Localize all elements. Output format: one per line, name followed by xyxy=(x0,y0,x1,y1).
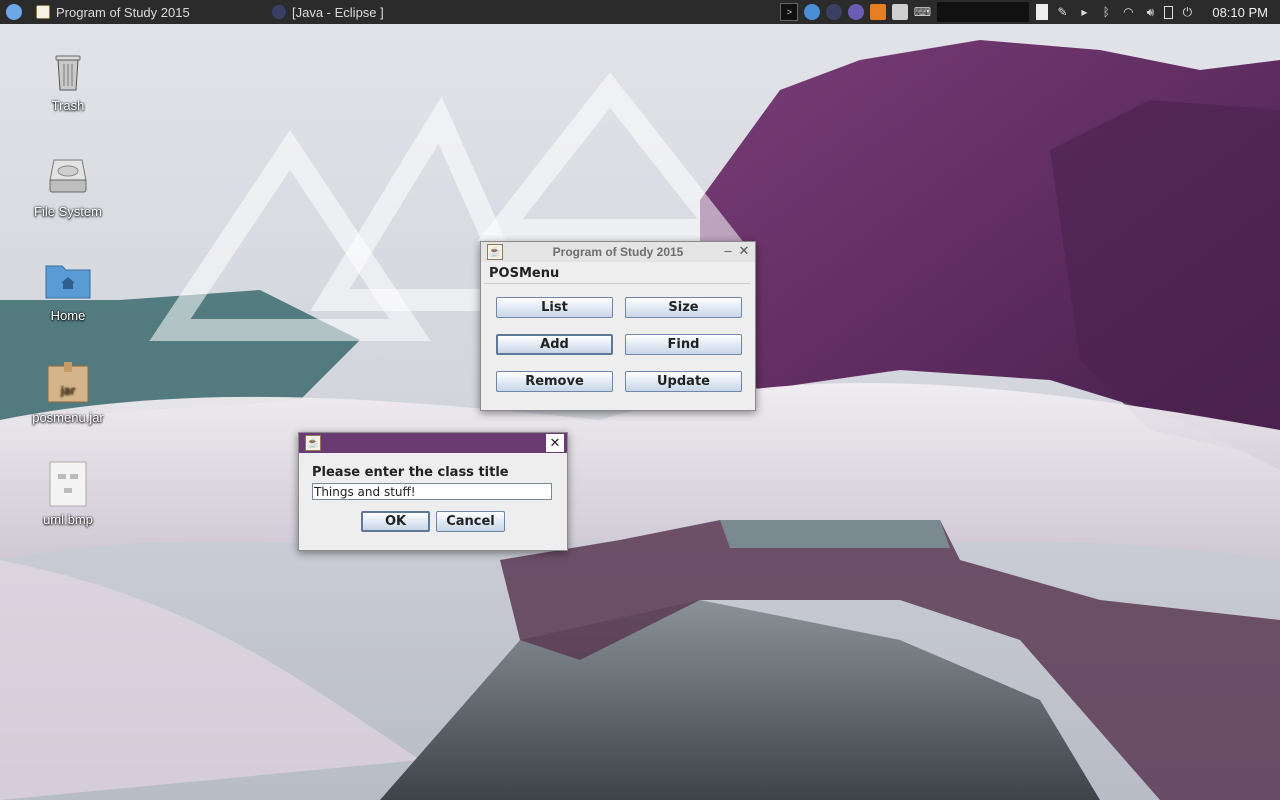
desktop-icon-trash[interactable]: Trash xyxy=(23,46,113,113)
class-title-input[interactable] xyxy=(312,483,552,500)
keyboard-icon[interactable]: ⌨ xyxy=(914,4,931,20)
applications-menu-button[interactable] xyxy=(0,0,28,24)
remove-button[interactable]: Remove xyxy=(496,371,613,392)
arrow-icon[interactable]: ▸ xyxy=(1076,4,1092,20)
file-manager-icon[interactable] xyxy=(892,4,909,20)
menu-bar: POSMenu xyxy=(484,263,750,284)
sublime-icon[interactable] xyxy=(870,4,887,20)
dialog-titlebar[interactable]: ☕ ✕ xyxy=(299,433,567,453)
window-title: Program of Study 2015 xyxy=(552,245,684,259)
terminal-icon[interactable]: > xyxy=(780,3,799,21)
java-app-icon xyxy=(36,5,50,19)
volume-icon[interactable]: 🔊︎ xyxy=(1142,4,1158,20)
taskbar-item-eclipse[interactable]: [Java - Eclipse ] xyxy=(264,0,424,24)
menu-posmenu[interactable]: POSMenu xyxy=(489,266,559,281)
taskbar-item-program-of-study[interactable]: Program of Study 2015 xyxy=(28,0,228,24)
dialog-prompt: Please enter the class title xyxy=(312,465,509,480)
home-folder-icon xyxy=(44,256,92,304)
desktop-icon-label: posmenu.jar xyxy=(32,410,104,425)
java-app-icon: ☕ xyxy=(305,435,321,451)
pos-window-titlebar[interactable]: ☕ Program of Study 2015 – ✕ xyxy=(481,242,755,262)
emacs-icon[interactable] xyxy=(848,4,865,20)
chromium-icon[interactable] xyxy=(804,4,821,20)
input-dialog: ☕ ✕ Please enter the class title OK Canc… xyxy=(298,432,568,551)
eclipse-icon[interactable] xyxy=(826,4,843,20)
wifi-icon[interactable]: ◠ xyxy=(1120,4,1136,20)
desktop-icon-label: Trash xyxy=(51,98,85,113)
svg-text:jar: jar xyxy=(60,384,76,397)
desktop-icon-label: Home xyxy=(50,308,86,323)
hard-drive-icon xyxy=(44,152,92,200)
add-button[interactable]: Add xyxy=(496,334,613,355)
minimize-icon[interactable]: – xyxy=(721,243,735,258)
system-tray: > ⌨ ✎ ▸ ᛒ ◠ 🔊︎ ⏻ 08:10 PM xyxy=(777,0,1280,24)
list-button[interactable]: List xyxy=(496,297,613,318)
taskbar-item-label: Program of Study 2015 xyxy=(56,4,190,20)
power-icon[interactable]: ⏻ xyxy=(1179,4,1195,20)
desktop-icon-label: File System xyxy=(34,204,102,219)
workspace-switcher[interactable] xyxy=(937,2,1030,22)
desktop-icon-label: uml.bmp xyxy=(43,512,93,527)
desktop-icon-posmenu-jar[interactable]: jar posmenu.jar xyxy=(23,358,113,425)
close-icon[interactable]: ✕ xyxy=(737,243,751,259)
battery-icon[interactable] xyxy=(1164,5,1174,19)
taskbar-item-label: [Java - Eclipse ] xyxy=(292,4,384,20)
trash-icon xyxy=(44,46,92,94)
close-icon[interactable]: ✕ xyxy=(546,434,564,452)
cancel-button[interactable]: Cancel xyxy=(436,511,505,532)
image-file-icon xyxy=(44,460,92,508)
ok-button[interactable]: OK xyxy=(361,511,430,532)
update-button[interactable]: Update xyxy=(625,371,742,392)
xfce-mouse-icon xyxy=(6,4,22,20)
pos-menu-window: ☕ Program of Study 2015 – ✕ POSMenu List… xyxy=(480,241,756,411)
note-icon[interactable] xyxy=(1036,4,1049,20)
jar-file-icon: jar xyxy=(44,358,92,406)
find-button[interactable]: Find xyxy=(625,334,742,355)
desktop-icon-home[interactable]: Home xyxy=(23,256,113,323)
edit-icon[interactable]: ✎ xyxy=(1054,4,1070,20)
top-panel: Program of Study 2015 [Java - Eclipse ] … xyxy=(0,0,1280,24)
clock[interactable]: 08:10 PM xyxy=(1198,5,1280,20)
eclipse-icon xyxy=(272,5,286,19)
size-button[interactable]: Size xyxy=(625,297,742,318)
bluetooth-icon[interactable]: ᛒ xyxy=(1098,4,1114,20)
desktop-icon-uml-bmp[interactable]: uml.bmp xyxy=(23,460,113,527)
desktop-icon-file-system[interactable]: File System xyxy=(23,152,113,219)
